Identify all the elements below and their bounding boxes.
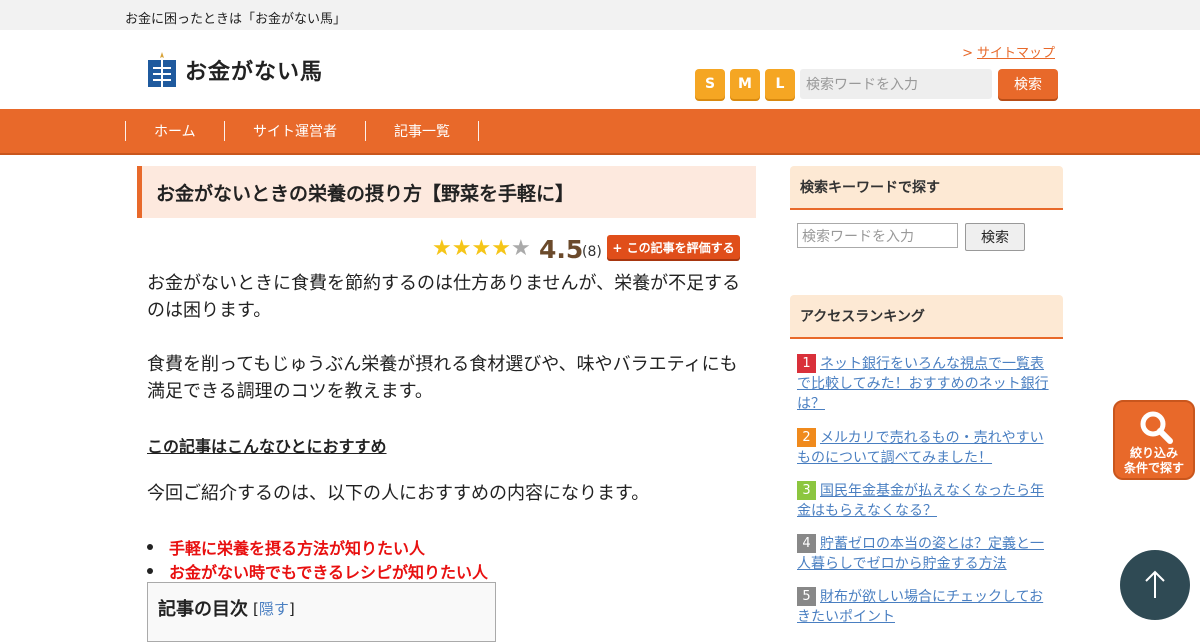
ranking-item: 1 ネット銀行をいろんな視点で一覧表で比較してみた！おすすめのネット銀行は？: [797, 354, 1053, 414]
sidebar-search-button[interactable]: 検索: [965, 223, 1025, 251]
header-search-input[interactable]: 検索ワードを入力: [800, 69, 992, 99]
bullet-icon: [147, 544, 153, 550]
ranking-heading: アクセスランキング: [790, 295, 1063, 339]
rate-article-button[interactable]: + この記事を評価する: [607, 235, 740, 259]
rank-badge: 5: [797, 587, 816, 606]
bullet-text: 手軽に栄養を摂る方法が知りたい人: [169, 539, 426, 558]
star-icon: ★: [510, 236, 531, 261]
global-nav: ホーム サイト運営者 記事一覧: [0, 109, 1200, 155]
ranking-link[interactable]: 貯蓄ゼロの本当の姿とは？定義と一人暮らしでゼロから貯金する方法: [797, 536, 1044, 572]
star-icon: ★: [451, 236, 472, 261]
logo-book-icon: [147, 52, 177, 88]
site-name: お金がない馬: [185, 60, 324, 85]
rank-badge: 1: [797, 354, 816, 373]
intro-paragraph-2: 食費を削ってもじゅうぶん栄養が摂れる食材選びや、味やバラエティにも満足できる調理…: [147, 354, 738, 402]
font-size-large-button[interactable]: L: [765, 69, 795, 99]
rating-count: (8): [582, 244, 602, 260]
font-size-small-button[interactable]: S: [695, 69, 725, 99]
intro-paragraph-1: お金がないときに食費を節約するのは仕方ありませんが、栄養が不足するのは困ります。: [147, 273, 741, 321]
nav-divider: [224, 121, 225, 141]
nav-divider: [478, 121, 479, 141]
star-icon: ★: [491, 236, 511, 261]
ranking-link[interactable]: メルカリで売れるもの・売れやすいものについて調べてみました！: [797, 430, 1044, 466]
sitemap-link[interactable]: サイトマップ: [977, 46, 1055, 61]
rating-value: 4.5: [539, 235, 584, 264]
list-item: 手軽に栄養を摂る方法が知りたい人: [147, 535, 425, 559]
toc-hide-link[interactable]: 隠す: [259, 600, 289, 618]
nav-item-home[interactable]: ホーム: [154, 109, 196, 153]
star-icon: ★: [471, 236, 492, 261]
filter-search-button[interactable]: 絞り込み 条件で探す: [1113, 400, 1195, 480]
rank-badge: 3: [797, 481, 816, 500]
ranking-item: 2 メルカリで売れるもの・売れやすいものについて調べてみました！: [797, 428, 1053, 468]
star-icon: ★: [432, 236, 452, 261]
ranking-item: 4 貯蓄ゼロの本当の姿とは？定義と一人暮らしでゼロから貯金する方法: [797, 534, 1053, 574]
rank-badge: 4: [797, 534, 816, 553]
search-icon: [1140, 411, 1173, 444]
rating-stars: ★ ★ ★ ★ ★: [432, 238, 531, 260]
toc-toggle-wrap: [隠す]: [253, 600, 295, 618]
ranking-link[interactable]: ネット銀行をいろんな視点で一覧表で比較してみた！おすすめのネット銀行は？: [797, 356, 1049, 412]
bullet-icon: [147, 568, 153, 574]
font-size-medium-button[interactable]: M: [730, 69, 760, 99]
sitemap-link-wrap: > サイトマップ: [962, 42, 1055, 61]
site-tagline: お金に困ったときは「お金がない馬」: [125, 12, 347, 27]
ranking-link[interactable]: 国民年金基金が払えなくなったら年金はもらえなくなる？: [797, 483, 1044, 519]
site-logo[interactable]: お金がない馬: [147, 52, 323, 88]
ranking-item: 3 国民年金基金が払えなくなったら年金はもらえなくなる？: [797, 481, 1053, 521]
filter-label: 絞り込み 条件で探す: [1123, 446, 1184, 475]
sitemap-arrow: >: [962, 46, 973, 61]
recommend-heading: この記事はこんなひとにおすすめ: [147, 437, 387, 456]
back-to-top-button[interactable]: [1120, 550, 1190, 620]
arrow-up-icon: [1145, 570, 1165, 598]
ranking-link[interactable]: 財布が欲しい場合にチェックしておきたいポイント: [797, 589, 1043, 625]
intro-paragraph-3: 今回ご紹介するのは、以下の人におすすめの内容になります。: [147, 483, 650, 504]
nav-item-operator[interactable]: サイト運営者: [253, 109, 337, 153]
top-bar: お金に困ったときは「お金がない馬」: [0, 0, 1200, 30]
nav-item-articles[interactable]: 記事一覧: [394, 109, 450, 153]
list-item: お金がない時でもできるレシピが知りたい人: [147, 559, 488, 583]
sidebar-search-heading: 検索キーワードで探す: [790, 166, 1063, 210]
nav-divider: [125, 121, 126, 141]
table-of-contents: 記事の目次 [隠す]: [147, 582, 496, 642]
header-search-button[interactable]: 検索: [998, 69, 1058, 99]
ranking-item: 5 財布が欲しい場合にチェックしておきたいポイント: [797, 587, 1053, 627]
bullet-text: お金がない時でもできるレシピが知りたい人: [169, 563, 489, 582]
sidebar-search-input[interactable]: 検索ワードを入力: [797, 223, 958, 248]
nav-divider: [365, 121, 366, 141]
rank-badge: 2: [797, 428, 816, 447]
article-title: お金がないときの栄養の摂り方【野菜を手軽に】: [137, 166, 756, 218]
toc-title: 記事の目次: [158, 599, 248, 620]
